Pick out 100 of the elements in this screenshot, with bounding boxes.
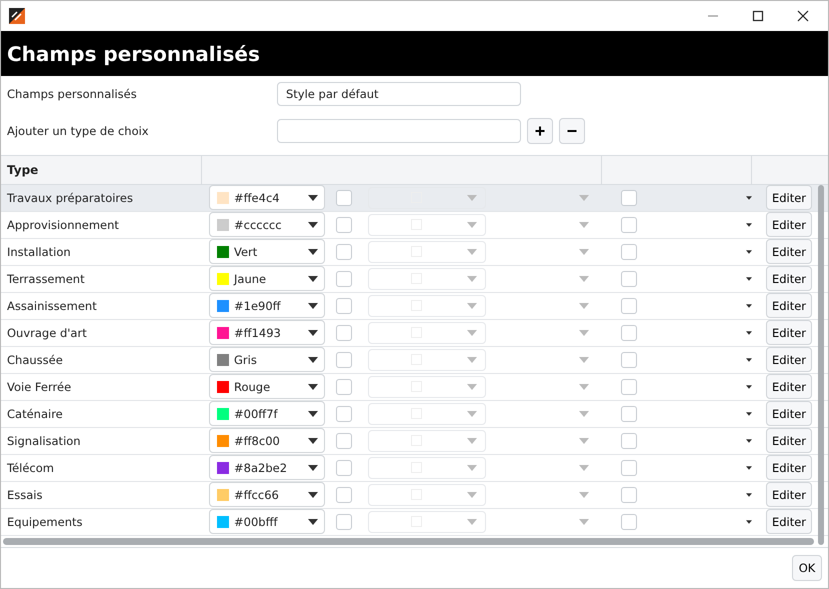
checkbox[interactable] xyxy=(336,190,352,206)
edit-button[interactable]: Editer xyxy=(766,428,812,454)
edit-button[interactable]: Editer xyxy=(766,509,812,534)
checkbox[interactable] xyxy=(336,324,352,341)
caret-icon xyxy=(467,330,477,336)
checkbox[interactable] xyxy=(621,324,637,341)
color-dropdown[interactable]: #ffe4c4 xyxy=(209,185,325,210)
checkbox[interactable] xyxy=(621,514,637,530)
edit-button[interactable]: Editer xyxy=(766,401,812,426)
table-row[interactable]: Télécom #8a2be2 Editer xyxy=(1,454,828,482)
caret-icon[interactable] xyxy=(746,248,752,255)
edit-button[interactable]: Editer xyxy=(766,455,812,480)
color-dropdown[interactable]: #ff1493 xyxy=(209,320,325,346)
checkbox[interactable] xyxy=(621,406,637,422)
table-row[interactable]: Caténaire #00ff7f Editer xyxy=(1,400,828,428)
caret-icon xyxy=(579,248,589,255)
caret-icon xyxy=(467,276,477,282)
checkbox[interactable] xyxy=(621,352,637,368)
edit-button[interactable]: Editer xyxy=(766,320,812,346)
checkbox[interactable] xyxy=(336,352,352,368)
color-dropdown[interactable]: #8a2be2 xyxy=(209,455,325,480)
caret-icon[interactable] xyxy=(746,302,752,309)
checkbox[interactable] xyxy=(621,216,637,233)
type-name: Installation xyxy=(7,244,71,259)
checkbox[interactable] xyxy=(621,190,637,206)
checkbox[interactable] xyxy=(336,244,352,260)
edit-button[interactable]: Editer xyxy=(766,482,812,508)
caret-icon[interactable] xyxy=(746,464,752,471)
close-icon[interactable] xyxy=(797,10,809,22)
horizontal-scrollbar[interactable] xyxy=(1,536,828,548)
input-field[interactable]: Style par défaut xyxy=(277,82,521,106)
color-dropdown[interactable]: #ff8c00 xyxy=(209,428,325,454)
checkbox[interactable] xyxy=(336,378,352,395)
checkbox[interactable] xyxy=(621,460,637,476)
edit-button[interactable]: Editer xyxy=(766,266,812,292)
checkbox[interactable] xyxy=(336,298,352,314)
table-row[interactable]: Assainissement #1e90ff Editer xyxy=(1,292,828,320)
table-row[interactable]: Signalisation #ff8c00 Editer xyxy=(1,428,828,455)
vertical-scrollbar[interactable] xyxy=(818,184,826,545)
caret-icon[interactable] xyxy=(746,518,752,525)
caret-icon xyxy=(579,410,589,417)
edit-button[interactable]: Editer xyxy=(766,239,812,264)
caret-icon[interactable] xyxy=(746,438,752,444)
caret-icon xyxy=(579,302,589,309)
caret-icon[interactable] xyxy=(746,330,752,336)
checkbox[interactable] xyxy=(621,270,637,287)
edit-button[interactable]: Editer xyxy=(766,293,812,318)
checkbox[interactable] xyxy=(336,432,352,449)
checkbox[interactable] xyxy=(336,486,352,503)
caret-icon xyxy=(467,248,477,255)
remove-button[interactable]: − xyxy=(559,118,585,144)
checkbox[interactable] xyxy=(336,514,352,530)
color-dropdown[interactable]: #ffcc66 xyxy=(209,482,325,508)
color-dropdown[interactable]: #1e90ff xyxy=(209,293,325,318)
table-row[interactable]: Travaux préparatoires #ffe4c4 Editer xyxy=(1,184,828,212)
caret-icon[interactable] xyxy=(746,194,752,201)
checkbox[interactable] xyxy=(336,406,352,422)
maximize-icon[interactable] xyxy=(752,10,764,22)
caret-icon xyxy=(579,518,589,525)
checkbox[interactable] xyxy=(621,432,637,449)
color-dropdown[interactable]: Vert xyxy=(209,239,325,264)
table-row[interactable]: Chaussée Gris Editer xyxy=(1,346,828,374)
type-name: Approvisionnement xyxy=(7,218,119,232)
checkbox[interactable] xyxy=(621,244,637,260)
table-row[interactable]: Ouvrage d'art #ff1493 Editer xyxy=(1,320,828,347)
checkbox[interactable] xyxy=(621,486,637,503)
checkbox[interactable] xyxy=(336,460,352,476)
caret-icon[interactable] xyxy=(746,410,752,417)
color-dropdown[interactable]: Gris xyxy=(209,347,325,372)
caret-icon xyxy=(467,464,477,471)
edit-button[interactable]: Editer xyxy=(766,374,812,400)
checkbox[interactable] xyxy=(621,298,637,314)
ok-button[interactable]: OK xyxy=(792,555,822,581)
caret-icon xyxy=(579,438,589,444)
color-dropdown[interactable]: #cccccc xyxy=(209,212,325,238)
table-row[interactable]: Voie Ferrée Rouge Editer xyxy=(1,374,828,401)
add-button[interactable]: + xyxy=(527,118,553,144)
caret-icon xyxy=(579,464,589,471)
input-field[interactable] xyxy=(277,119,521,143)
caret-icon[interactable] xyxy=(746,384,752,390)
edit-button[interactable]: Editer xyxy=(766,185,812,210)
edit-button[interactable]: Editer xyxy=(766,212,812,238)
color-dropdown[interactable]: #00ff7f xyxy=(209,401,325,426)
caret-icon[interactable] xyxy=(746,222,752,228)
color-dropdown[interactable]: #00bfff xyxy=(209,509,325,534)
edit-button[interactable]: Editer xyxy=(766,347,812,372)
checkbox[interactable] xyxy=(621,378,637,395)
color-dropdown[interactable]: Rouge xyxy=(209,374,325,400)
color-dropdown[interactable]: Jaune xyxy=(209,266,325,292)
table-row[interactable]: Approvisionnement #cccccc Editer xyxy=(1,212,828,239)
table-row[interactable]: Terrassement Jaune Editer xyxy=(1,266,828,293)
checkbox[interactable] xyxy=(336,216,352,233)
table-row[interactable]: Equipements #00bfff Editer xyxy=(1,508,828,536)
field-label: Champs personnalisés xyxy=(7,87,138,101)
caret-icon[interactable] xyxy=(746,356,752,363)
table-row[interactable]: Essais #ffcc66 Editer xyxy=(1,482,828,509)
checkbox[interactable] xyxy=(336,270,352,287)
caret-icon[interactable] xyxy=(746,276,752,282)
table-row[interactable]: Installation Vert Editer xyxy=(1,238,828,266)
caret-icon[interactable] xyxy=(746,492,752,498)
